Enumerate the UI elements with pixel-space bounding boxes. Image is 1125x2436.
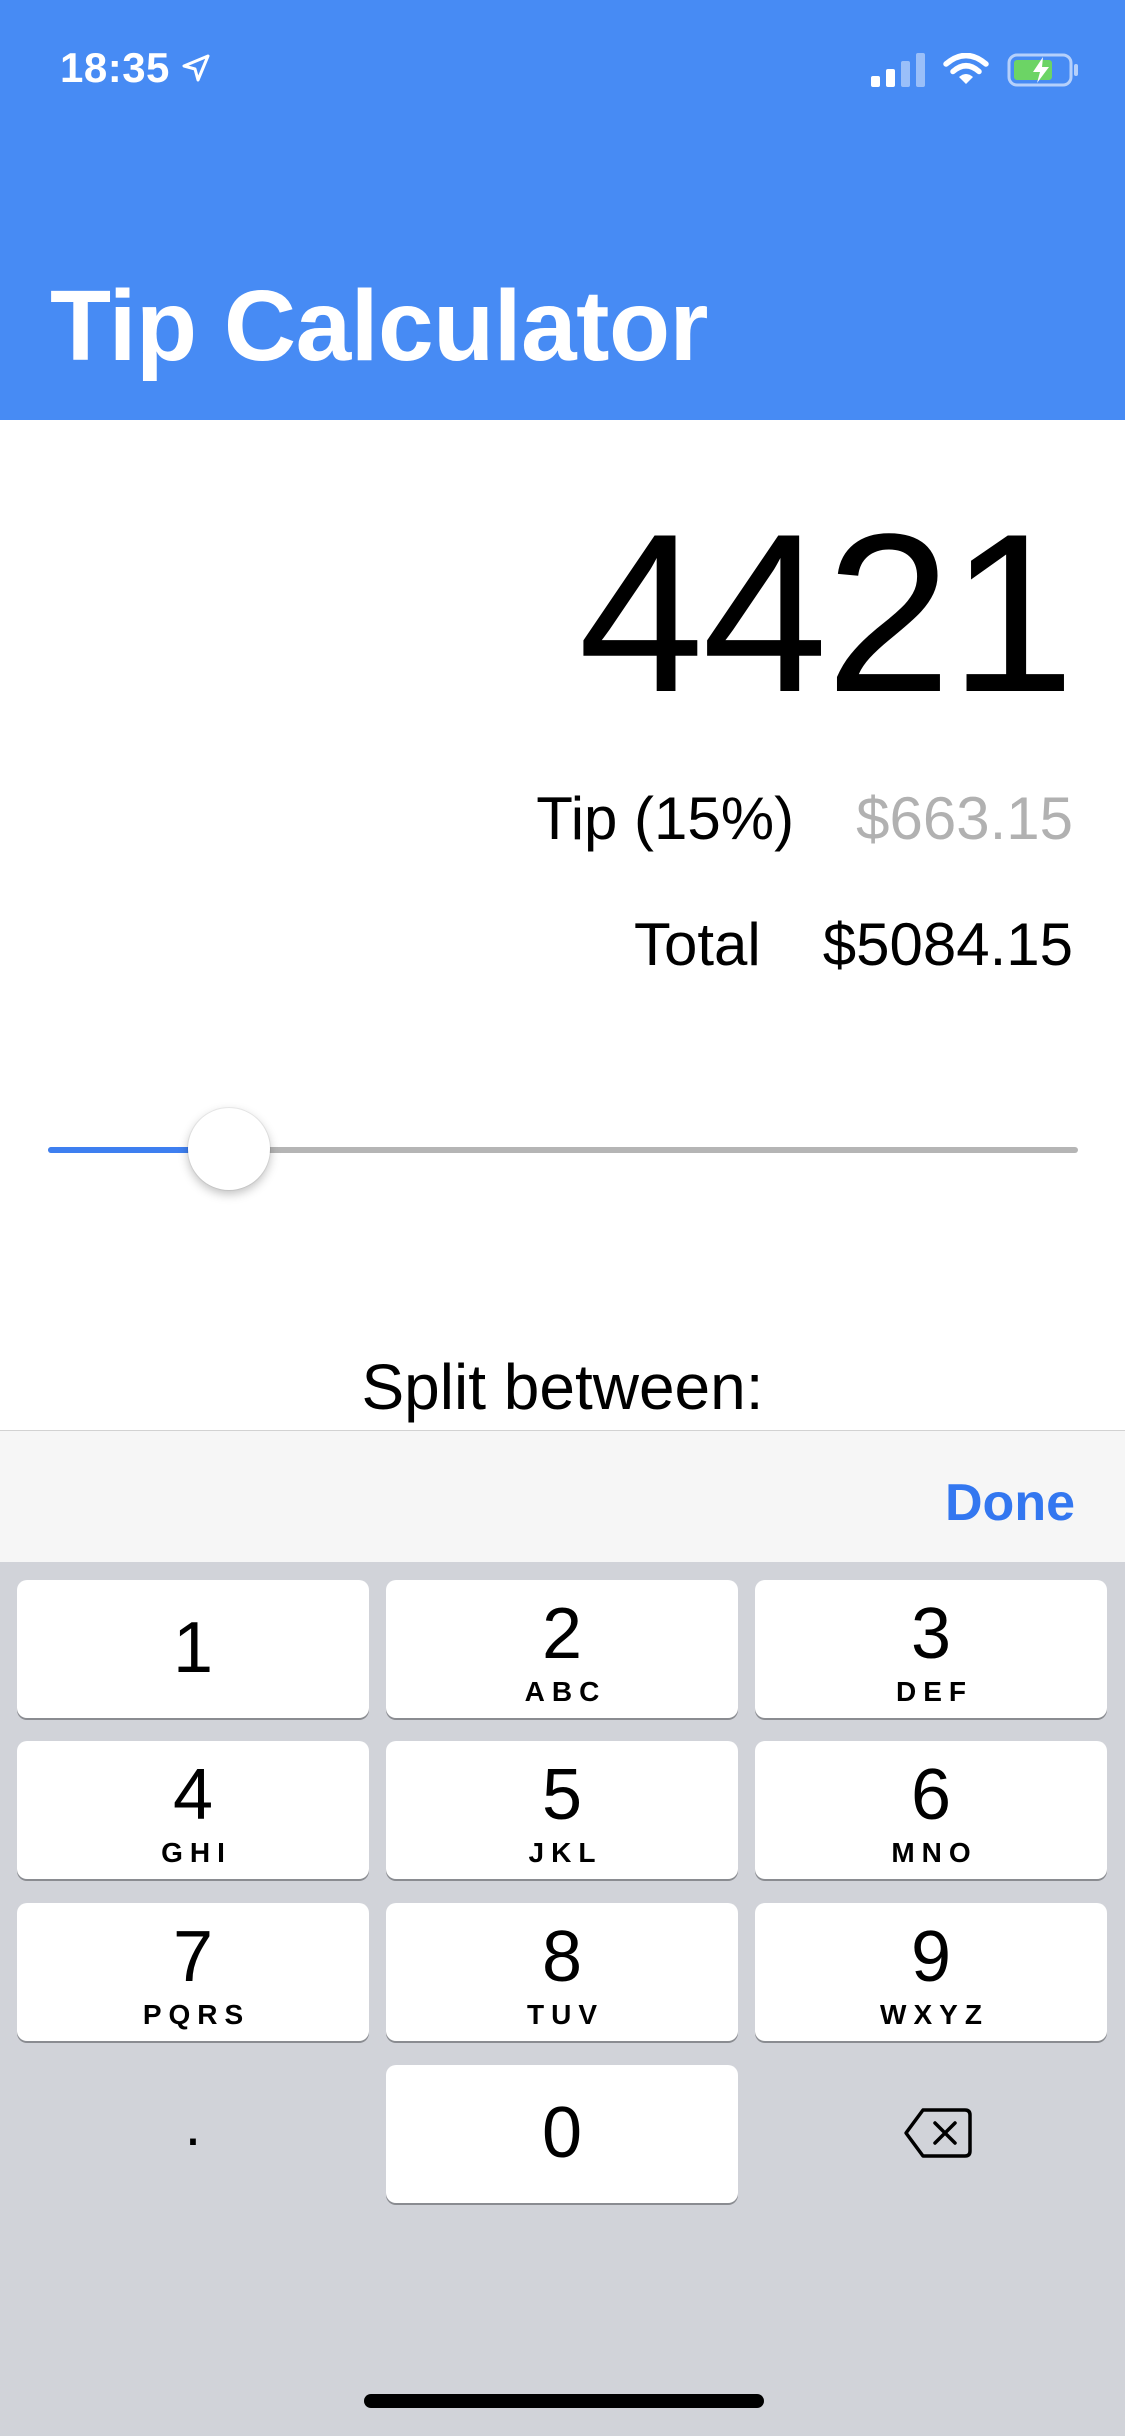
slider-thumb[interactable] [188, 1108, 270, 1190]
key-9[interactable]: 9 WXYZ [755, 1903, 1107, 2041]
battery-charging-icon [1007, 53, 1078, 87]
split-between-label: Split between: [361, 1351, 764, 1423]
key-digit: 9 [910, 1917, 952, 1997]
key-letters: MNO [891, 1837, 978, 1868]
key-8[interactable]: 8 TUV [386, 1903, 738, 2041]
navigation-header: 18:35 Tip Calculator [0, 0, 1125, 420]
wifi-icon [943, 53, 989, 84]
key-6[interactable]: 6 MNO [755, 1741, 1107, 1879]
key-digit: 7 [172, 1917, 214, 1997]
total-label: Total [633, 911, 761, 978]
page-title: Tip Calculator [50, 270, 708, 382]
key-digit: 2 [541, 1594, 583, 1674]
time-text: 18:35 [60, 44, 170, 91]
location-arrow-icon [182, 54, 210, 82]
tip-value: $663.15 [856, 785, 1073, 852]
key-0[interactable]: 0 [386, 2065, 738, 2203]
backspace-icon [904, 2108, 972, 2158]
key-digit: 1 [172, 1608, 214, 1688]
key-digit: 3 [910, 1594, 952, 1674]
cellular-signal-icon [871, 53, 925, 87]
key-letters: PQRS [142, 1999, 251, 2030]
tip-percentage-slider[interactable] [48, 1108, 1078, 1190]
key-letters: ABC [524, 1676, 607, 1707]
key-digit: 6 [910, 1755, 952, 1835]
key-letters: WXYZ [880, 1999, 989, 2030]
status-bar-time: 18:35 [60, 44, 212, 92]
bill-amount-field[interactable]: 4421 [578, 500, 1075, 726]
tip-label: Tip (15%) [536, 785, 795, 852]
key-letters: GHI [161, 1837, 232, 1868]
done-button[interactable]: Done [945, 1473, 1075, 1533]
key-3[interactable]: 3 DEF [755, 1580, 1107, 1718]
total-row: Total $5084.15 [634, 910, 1073, 979]
total-value: $5084.15 [822, 911, 1073, 978]
key-letters: DEF [896, 1676, 973, 1707]
keyboard-accessory-bar: Done [0, 1430, 1125, 1563]
key-digit: 4 [172, 1755, 214, 1835]
key-1[interactable]: 1 [17, 1580, 369, 1718]
home-indicator[interactable] [364, 2394, 764, 2408]
numeric-keypad: 1 2 ABC 3 DEF 4 GHI 5 JKL 6 MNO 7 PQRS 8… [0, 1562, 1125, 2436]
key-digit: 8 [541, 1917, 583, 1997]
key-digit: 5 [541, 1755, 583, 1835]
key-4[interactable]: 4 GHI [17, 1741, 369, 1879]
key-7[interactable]: 7 PQRS [17, 1903, 369, 2041]
key-delete[interactable] [755, 2065, 1107, 2203]
key-decimal[interactable]: . [17, 2065, 369, 2203]
key-letters: JKL [528, 1837, 603, 1868]
key-digit: 0 [541, 2093, 583, 2173]
key-5[interactable]: 5 JKL [386, 1741, 738, 1879]
status-bar-icons [871, 50, 1081, 90]
tip-row: Tip (15%) $663.15 [536, 784, 1073, 853]
key-letters: TUV [527, 1999, 604, 2030]
key-2[interactable]: 2 ABC [386, 1580, 738, 1718]
